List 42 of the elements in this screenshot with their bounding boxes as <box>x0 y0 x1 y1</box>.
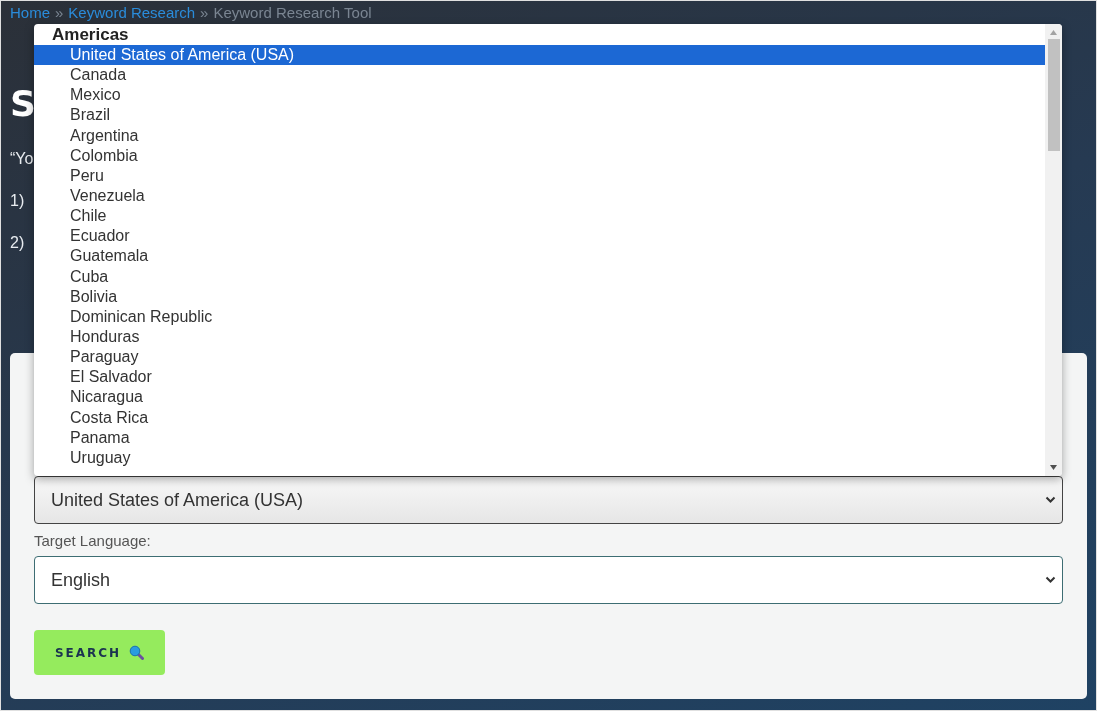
dropdown-option[interactable]: Guatemala <box>34 246 1045 267</box>
dropdown-option[interactable]: Mexico <box>34 85 1045 106</box>
dropdown-option[interactable]: Costa Rica <box>34 407 1045 428</box>
breadcrumb-link[interactable]: Home <box>10 4 50 22</box>
dropdown-option[interactable]: Chile <box>34 206 1045 227</box>
breadcrumb-separator: » <box>55 4 64 22</box>
breadcrumb-link[interactable]: Keyword Research <box>68 4 196 22</box>
dropdown-option[interactable]: El Salvador <box>34 367 1045 388</box>
dropdown-option[interactable]: Argentina <box>34 125 1045 146</box>
intro-text: “Yo <box>10 150 34 169</box>
field-label: Target Language: <box>34 532 152 549</box>
step-text: 2) <box>10 234 25 253</box>
scroll-up-icon[interactable] <box>1049 28 1058 37</box>
dropdown-option[interactable]: Nicaragua <box>34 387 1045 408</box>
dropdown-option[interactable]: Panama <box>34 427 1045 448</box>
search-icon <box>129 645 145 660</box>
dropdown-option[interactable]: Cuba <box>34 266 1045 287</box>
dropdown-option[interactable]: Honduras <box>34 326 1045 348</box>
chevron-icon <box>1045 576 1056 584</box>
breadcrumb-current: Keyword Research Tool <box>213 4 372 22</box>
country-select[interactable]: United States of America (USA) <box>34 476 1063 524</box>
dropdown-option[interactable]: Venezuela <box>34 186 1045 207</box>
scrollbar-thumb[interactable] <box>1047 39 1060 151</box>
dropdown-option[interactable]: Canada <box>34 65 1045 86</box>
scrollbar[interactable] <box>1045 24 1062 476</box>
dropdown-option[interactable]: Peru <box>34 165 1045 186</box>
dropdown-option[interactable]: Bolivia <box>34 286 1045 307</box>
dropdown-option[interactable]: Uruguay <box>34 447 1045 468</box>
page-heading: S <box>10 83 36 126</box>
search-button[interactable]: SEARCH <box>34 630 165 675</box>
dropdown-option[interactable]: Dominican Republic <box>34 306 1045 327</box>
scroll-down-icon[interactable] <box>1049 463 1058 472</box>
option-group-label: Americas <box>51 24 130 45</box>
dropdown-option[interactable]: Ecuador <box>34 226 1045 247</box>
breadcrumb-separator: » <box>200 4 209 22</box>
language-select[interactable]: English <box>34 556 1063 604</box>
dropdown-option[interactable]: Colombia <box>34 145 1045 166</box>
step-text: 1) <box>10 192 25 211</box>
dropdown-option[interactable]: United States of America (USA) <box>34 45 1045 66</box>
dropdown-option[interactable]: Paraguay <box>34 347 1045 368</box>
dropdown-option[interactable]: Brazil <box>34 105 1045 126</box>
chevron-icon <box>1045 496 1056 504</box>
